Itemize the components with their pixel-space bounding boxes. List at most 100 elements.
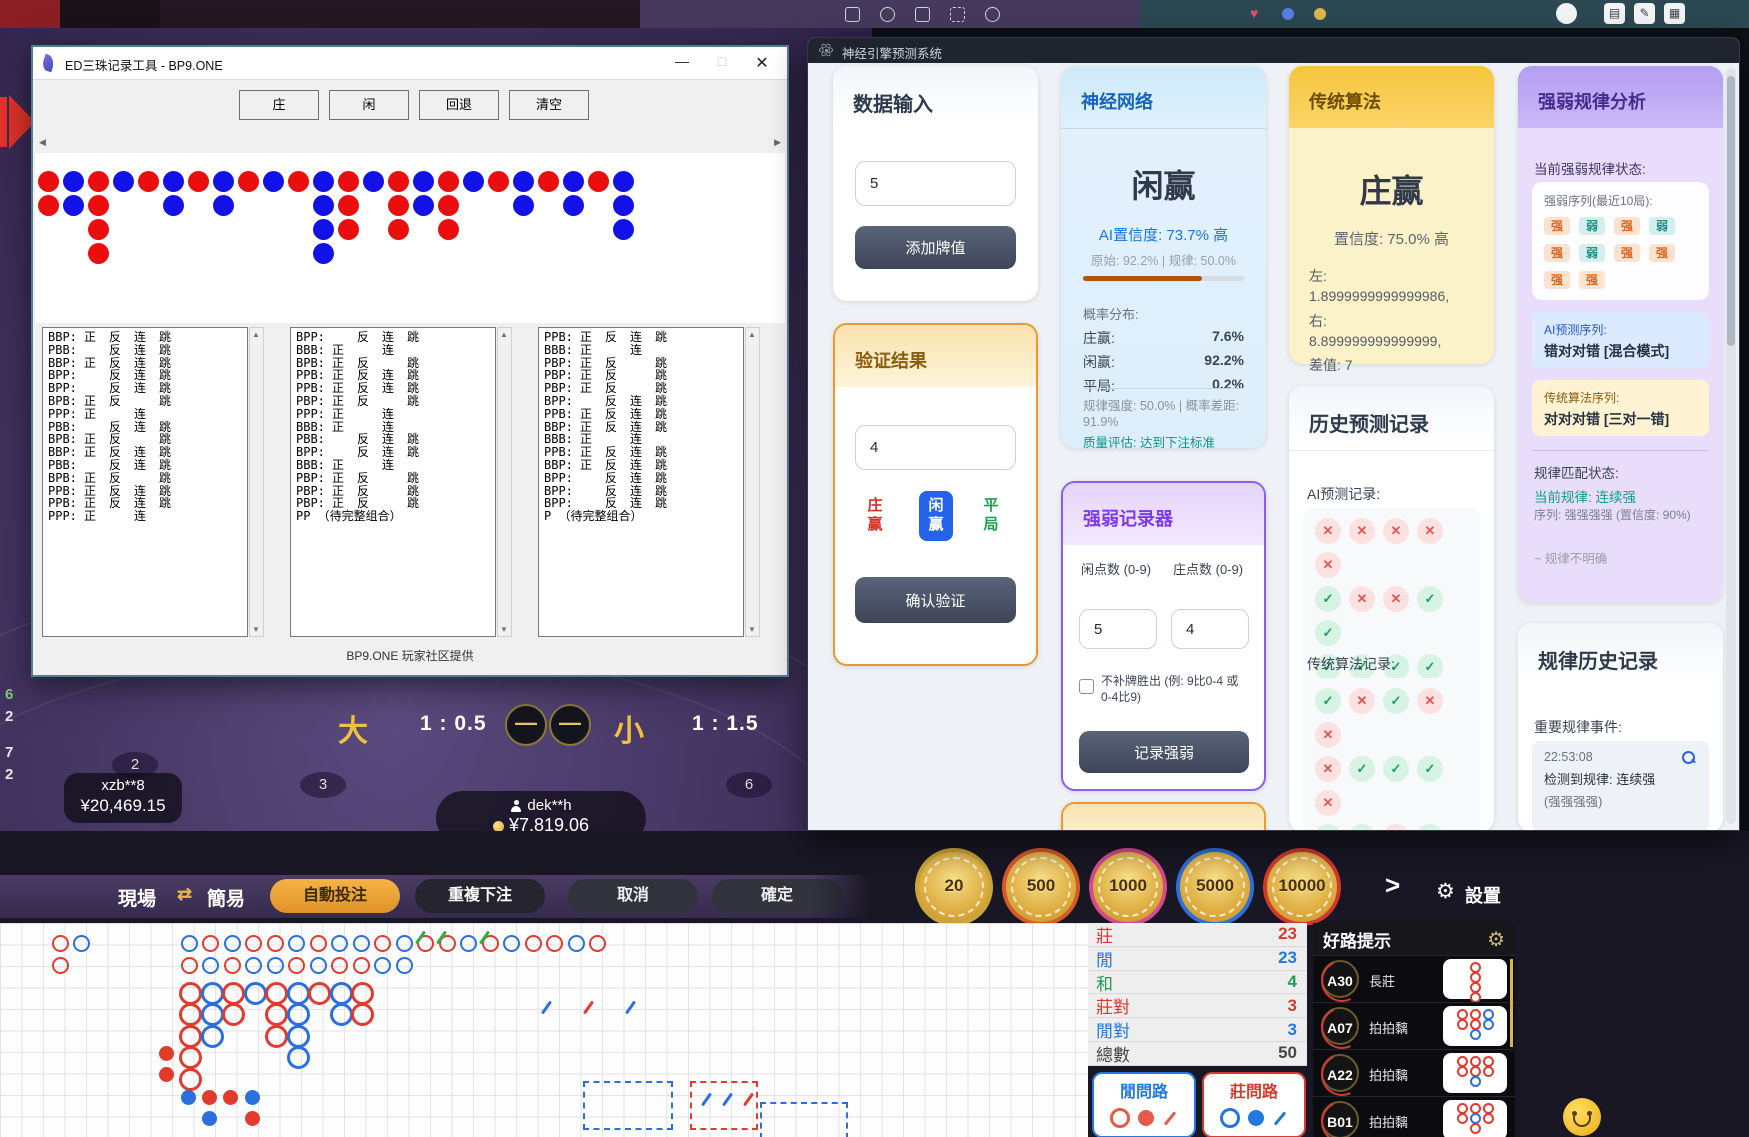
help-icon[interactable] [985,7,1000,22]
scroll-right-icon[interactable]: ▶ [774,137,781,148]
banker-points-input[interactable] [1171,609,1249,649]
chip-20[interactable]: 20 [915,848,993,926]
bead-banker [288,171,309,192]
tool-button-2[interactable]: 回退 [419,90,499,120]
bigroad-circle [179,1003,202,1026]
cross-icon: ✕ [1383,518,1409,544]
bar-button-0[interactable]: 自動投注 [270,879,400,913]
good-road-row[interactable]: A22拍拍黐 [1313,1049,1515,1096]
minus-coin-icon[interactable]: — [505,704,547,746]
edit-button[interactable]: ✎ [1634,3,1655,24]
calendar-icon[interactable] [915,7,930,22]
card-value-input[interactable] [855,161,1016,206]
pattern-scrollbar-1[interactable]: ▲▼ [497,327,512,637]
bead-banker [88,195,109,216]
player-points-input[interactable] [1079,609,1157,649]
smiley-icon[interactable] [1563,1098,1601,1136]
timer-icon[interactable] [880,7,895,22]
event-sub: (强强强强) [1532,788,1709,810]
chip-500[interactable]: 500 [1002,848,1080,926]
pk-icon[interactable] [1282,8,1294,20]
more-chips-button[interactable]: > [1385,870,1400,901]
cross-icon: ✕ [1383,824,1409,831]
settings-button[interactable]: 設置 [1465,882,1501,908]
tool-window-titlebar[interactable]: ED三珠记录工具 - BP9.ONE — □ ✕ [33,47,787,80]
bar-button-1[interactable]: 重複下注 [415,879,545,913]
road-code-badge: A22 [1321,1054,1359,1092]
prediction-scrollbar[interactable] [1726,68,1736,824]
prediction-window-titlebar[interactable]: 神经引擎预测系统 [808,38,1739,63]
pearl-circle [245,935,262,952]
mode-simple[interactable]: 簡易 [207,884,245,911]
good-road-scrollbar[interactable] [1510,959,1513,1047]
record-icon[interactable] [845,7,860,22]
apps-button[interactable]: ▦ [1664,3,1685,24]
verify-option-banker[interactable]: 庄赢 [865,497,885,535]
player-ask-road-button[interactable]: 閒問路 [1092,1072,1196,1137]
verify-option-tie[interactable]: 平局 [981,497,1001,535]
coin-icon[interactable] [1314,8,1326,20]
status-label: 当前强弱规律状态: [1534,158,1646,178]
add-card-button[interactable]: 添加牌值 [855,226,1016,269]
notes-button[interactable]: ▤ [1604,3,1625,24]
maximize-button[interactable]: □ [707,53,737,69]
pattern-row: BPP:反连跳 [48,382,247,395]
minus-coin-icon[interactable]: — [549,704,591,746]
swap-icon[interactable]: ⇄ [177,884,192,905]
pearl-circle [181,935,198,952]
fullscreen-icon[interactable] [950,7,965,22]
pattern-row: PPP:正连 [48,510,247,523]
pattern-row: PPB:正反连跳 [48,485,247,498]
settings-gear-icon[interactable]: ⚙ [1436,879,1455,904]
bar-button-2[interactable]: 取消 [568,879,698,913]
tool-button-1[interactable]: 闲 [329,90,409,120]
scroll-left-icon[interactable]: ◀ [39,137,46,148]
player-name: dek**h [527,797,571,814]
banker-points-label: 庄点数 (0-9) [1173,561,1253,578]
canvas-hscrollbar[interactable]: ◀ ▶ [35,135,785,151]
table-number-pad[interactable]: 6 [726,772,772,798]
pattern-list-0[interactable]: BBP:正反连跳PBB:反连跳BBP:正反连跳BPP:反连跳BPP:反连跳BPB… [42,327,248,637]
pattern-scrollbar-0[interactable]: ▲▼ [249,327,264,637]
good-road-gear-icon[interactable]: ⚙ [1487,927,1505,952]
record-strength-button[interactable]: 记录强弱 [1079,731,1249,773]
roadmap-grid[interactable] [0,923,1088,1137]
verify-option-player-selected[interactable]: 闲赢 [919,491,953,541]
check-icon: ✓ [1315,688,1341,714]
road-dot [1457,1019,1468,1030]
good-road-row[interactable]: A07拍拍黐 [1313,1002,1515,1049]
bigroad-circle [287,1003,310,1026]
chip-1000[interactable]: 1000 [1089,848,1167,926]
table-number-pad[interactable]: 3 [300,772,346,798]
quality-line: 质量评估: 达到下注标准 [1083,432,1215,451]
bar-button-3[interactable]: 確定 [712,879,842,913]
verify-input[interactable] [855,425,1016,470]
bead-banker [88,219,109,240]
road-label: 拍拍黐 [1369,1112,1408,1131]
check-icon: ✓ [1383,756,1409,782]
tool-button-0[interactable]: 庄 [239,90,319,120]
pattern-list-1[interactable]: BPP:反连跳BBB:正连BPB:正反跳PPB:正反连跳PPB:正反连跳PBP:… [290,327,496,637]
banker-ask-road-button[interactable]: 莊問路 [1202,1072,1306,1137]
avatar[interactable] [1556,3,1577,24]
natural-win-checkbox[interactable] [1079,679,1094,694]
tool-button-3[interactable]: 清空 [509,90,589,120]
pattern-row: BBP:正反连跳 [544,421,743,434]
pearl-circle [181,957,198,974]
bead-player [163,171,184,192]
bead-canvas[interactable] [35,153,785,323]
pattern-list-2[interactable]: PPB:正反连跳BBB:正连PBP:正反跳PBP:正反跳PBP:正反跳BPP:反… [538,327,744,637]
minimize-button[interactable]: — [667,53,697,69]
confirm-verify-button[interactable]: 确认验证 [855,577,1016,623]
good-road-row[interactable]: A30長莊 [1313,955,1515,1002]
chip-10000[interactable]: 10000 [1263,848,1341,926]
good-road-row[interactable]: B01拍拍黐 [1313,1096,1515,1137]
pattern-scrollbar-2[interactable]: ▲▼ [745,327,760,637]
traditional-panel: 传统算法 庄赢 置信度: 75.0% 高 左: 1.89999999999999… [1289,66,1494,364]
mode-live[interactable]: 現場 [118,884,156,911]
pearl-circle [546,935,563,952]
scrollbar-thumb[interactable] [1727,76,1735,346]
close-button[interactable]: ✕ [747,53,777,73]
chip-5000[interactable]: 5000 [1176,848,1254,926]
heart-icon[interactable]: ♥ [1250,5,1258,21]
